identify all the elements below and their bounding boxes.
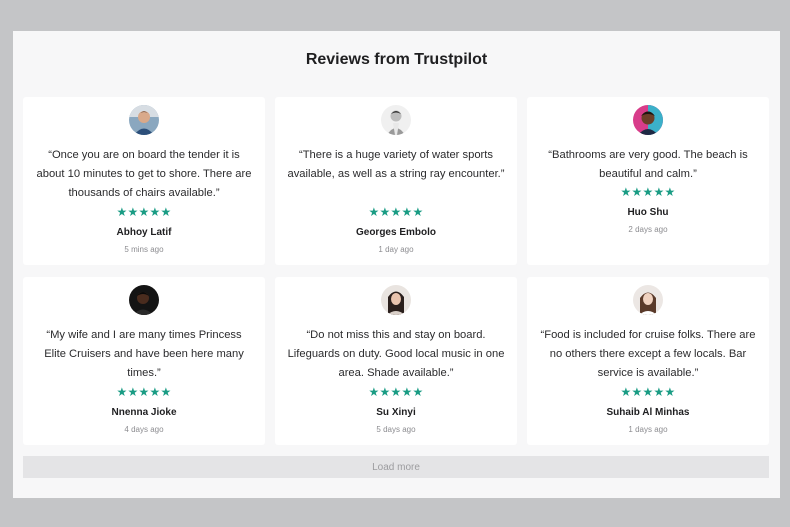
reviews-section: Reviews from Trustpilot “Once you are on… (13, 31, 780, 498)
star-rating: ★★★★★ (527, 185, 769, 199)
review-quote: “Food is included for cruise folks. Ther… (540, 329, 756, 379)
review-time: 5 mins ago (124, 245, 164, 254)
star-icon: ★ (620, 385, 633, 399)
reviewer-name: Su Xinyi (376, 407, 416, 418)
star-icon: ★ (116, 385, 129, 399)
reviewer-avatar-icon (129, 105, 159, 135)
star-icon: ★ (642, 385, 655, 399)
star-rating: ★★★★★ (275, 205, 517, 219)
star-icon: ★ (631, 185, 644, 199)
reviewer-name: Suhaib Al Minhas (606, 407, 690, 418)
review-card: “Bathrooms are very good. The beach is b… (527, 97, 769, 265)
star-icon: ★ (138, 205, 151, 219)
star-icon: ★ (620, 185, 633, 199)
star-icon: ★ (401, 205, 414, 219)
star-icon: ★ (368, 385, 381, 399)
star-rating: ★★★★★ (23, 385, 265, 399)
reviewer-name: Georges Embolo (355, 227, 436, 238)
star-icon: ★ (116, 205, 129, 219)
review-quote: “Bathrooms are very good. The beach is b… (548, 149, 748, 180)
review-quote: “There is a huge variety of water sports… (287, 149, 505, 180)
star-icon: ★ (138, 385, 151, 399)
star-icon: ★ (412, 205, 425, 219)
section-title: Reviews from Trustpilot (305, 51, 488, 68)
review-card: “My wife and I are many times Princess E… (23, 277, 265, 445)
review-time: 2 days ago (628, 225, 668, 234)
reviewer-avatar-icon (381, 285, 411, 315)
star-icon: ★ (642, 185, 655, 199)
reviewer-avatar-icon (633, 105, 663, 135)
review-card: “Once you are on board the tender it is … (23, 97, 265, 265)
reviewer-name: Nnenna Jioke (111, 407, 177, 418)
star-icon: ★ (149, 385, 162, 399)
reviews-grid: “Once you are on board the tender it is … (23, 97, 770, 445)
review-quote: “Once you are on board the tender it is … (36, 149, 252, 199)
star-icon: ★ (390, 385, 403, 399)
star-rating: ★★★★★ (23, 205, 265, 219)
star-icon: ★ (127, 385, 140, 399)
review-card: “There is a huge variety of water sports… (275, 97, 517, 265)
reviewer-avatar-icon (633, 285, 663, 315)
reviewer-name: Huo Shu (627, 207, 669, 218)
review-card: “Do not miss this and stay on board. Lif… (275, 277, 517, 445)
star-icon: ★ (664, 385, 677, 399)
reviewer-name: Abhoy Latif (116, 227, 172, 238)
star-icon: ★ (401, 385, 414, 399)
star-icon: ★ (631, 385, 644, 399)
star-icon: ★ (653, 185, 666, 199)
star-icon: ★ (127, 205, 140, 219)
star-icon: ★ (653, 385, 666, 399)
review-time: 5 days ago (376, 425, 416, 434)
review-time: 4 days ago (124, 425, 164, 434)
star-rating: ★★★★★ (527, 385, 769, 399)
star-icon: ★ (390, 205, 403, 219)
review-time: 1 day ago (378, 245, 414, 254)
star-icon: ★ (379, 385, 392, 399)
review-card: “Food is included for cruise folks. Ther… (527, 277, 769, 445)
reviewer-avatar-icon (381, 105, 411, 135)
star-rating: ★★★★★ (275, 385, 517, 399)
star-icon: ★ (412, 385, 425, 399)
reviewer-avatar-icon (129, 285, 159, 315)
star-icon: ★ (368, 205, 381, 219)
load-more-button[interactable]: Load more (23, 456, 769, 478)
star-icon: ★ (379, 205, 392, 219)
review-quote: “Do not miss this and stay on board. Lif… (287, 329, 505, 379)
star-icon: ★ (160, 205, 173, 219)
review-time: 1 days ago (628, 425, 668, 434)
review-quote: “My wife and I are many times Princess E… (44, 329, 244, 379)
star-icon: ★ (149, 205, 162, 219)
star-icon: ★ (160, 385, 173, 399)
star-icon: ★ (664, 185, 677, 199)
